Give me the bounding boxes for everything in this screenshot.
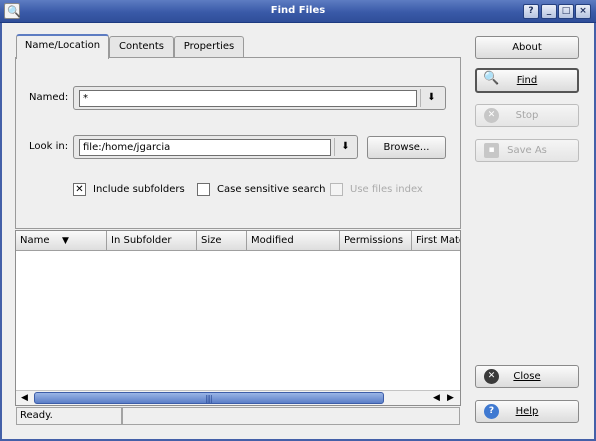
magnifier-icon: 🔍 [483, 71, 500, 86]
close-button[interactable]: ✕ Close [475, 365, 579, 388]
status-text: Ready. [16, 407, 122, 425]
use-files-index-label: Use files index [350, 184, 423, 195]
named-label: Named: [29, 92, 69, 103]
close-button-label: Close [513, 371, 541, 382]
case-sensitive-label: Case sensitive search [217, 184, 326, 195]
stop-icon: ✕ [484, 108, 499, 123]
scroll-left-arrow-icon[interactable]: ◀ [18, 392, 31, 405]
title-bar[interactable]: 🔍 Find Files ? _ □ × [0, 0, 596, 23]
column-header-name[interactable]: Name ▼ [16, 231, 107, 251]
tab-contents-label: Contents [119, 41, 164, 52]
about-button-label: About [512, 42, 542, 53]
named-input[interactable]: * [79, 90, 417, 107]
tab-contents[interactable]: Contents [109, 36, 174, 58]
tab-properties-label: Properties [183, 41, 235, 52]
close-window-button[interactable]: × [575, 4, 591, 19]
scroll-left-arrow-icon-2[interactable]: ◀ [430, 392, 443, 405]
sort-descending-icon: ▼ [62, 236, 69, 246]
column-header-size[interactable]: Size [197, 231, 247, 251]
include-subfolders-checkbox[interactable]: ✕ [73, 183, 86, 196]
grip-icon: |||| [205, 394, 213, 403]
column-header-in-subfolder[interactable]: In Subfolder [107, 231, 197, 251]
use-files-index-checkbox[interactable] [330, 183, 343, 196]
named-dropdown-arrow-icon[interactable]: ⬇ [420, 89, 442, 107]
column-header-permissions[interactable]: Permissions [340, 231, 412, 251]
tab-name-location-label: Name/Location [24, 40, 101, 51]
floppy-disk-icon: ▪ [484, 143, 499, 158]
look-in-dropdown-arrow-icon[interactable]: ⬇ [334, 138, 356, 156]
horizontal-scrollbar[interactable]: ◀ |||| ◀ ▶ [16, 390, 460, 405]
scrollbar-thumb[interactable]: |||| [34, 392, 384, 404]
save-as-button-label: Save As [507, 145, 547, 156]
include-subfolders-label: Include subfolders [93, 184, 185, 195]
results-list[interactable]: Name ▼ In Subfolder Size Modified Permis… [15, 230, 461, 406]
save-as-button[interactable]: ▪ Save As [475, 139, 579, 162]
column-header-first-match[interactable]: First Match [412, 231, 460, 251]
scroll-right-arrow-icon[interactable]: ▶ [444, 392, 457, 405]
column-name-label: Name [20, 235, 50, 246]
named-combobox[interactable]: * ⬇ [73, 86, 446, 110]
find-button-label: Find [516, 75, 538, 86]
look-in-label: Look in: [29, 141, 69, 152]
help-title-button[interactable]: ? [523, 4, 539, 19]
help-button[interactable]: ? Help [475, 400, 579, 423]
status-detail [122, 407, 460, 425]
window-title: Find Files [270, 5, 326, 16]
browse-button[interactable]: Browse... [367, 136, 446, 159]
find-button[interactable]: 🔍 Find [475, 68, 579, 93]
tab-name-location[interactable]: Name/Location [16, 34, 109, 59]
minimize-button[interactable]: _ [541, 4, 557, 19]
help-icon: ? [484, 404, 499, 419]
maximize-button[interactable]: □ [558, 4, 574, 19]
look-in-combobox[interactable]: file:/home/jgarcia ⬇ [73, 135, 358, 159]
tab-properties[interactable]: Properties [174, 36, 244, 58]
help-button-label: Help [515, 406, 539, 417]
stop-button-label: Stop [515, 110, 539, 121]
column-header-modified[interactable]: Modified [247, 231, 340, 251]
close-icon: ✕ [484, 369, 499, 384]
about-button[interactable]: About [475, 36, 579, 59]
look-in-input[interactable]: file:/home/jgarcia [79, 139, 331, 156]
case-sensitive-checkbox[interactable] [197, 183, 210, 196]
stop-button[interactable]: ✕ Stop [475, 104, 579, 127]
